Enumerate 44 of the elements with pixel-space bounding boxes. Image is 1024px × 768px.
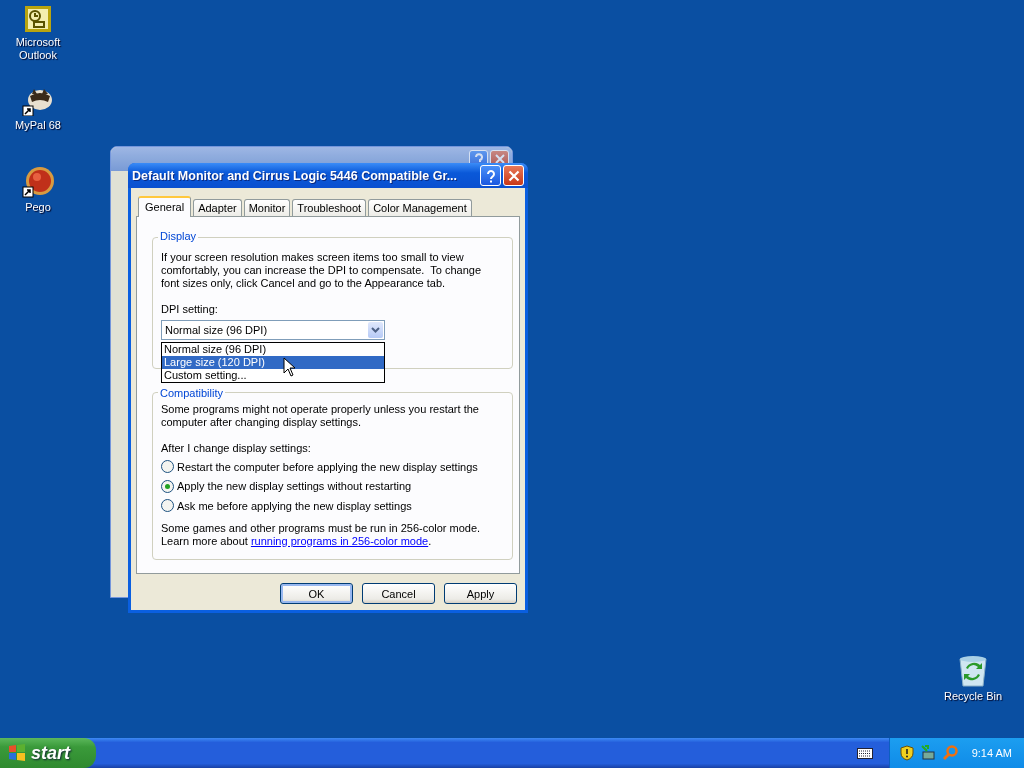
- tab[interactable]: Monitor: [243, 199, 291, 217]
- help-link[interactable]: running programs in 256-color mode: [250, 534, 429, 547]
- shield-icon[interactable]: [899, 745, 914, 761]
- tab[interactable]: Color Management: [368, 199, 472, 217]
- radio-button[interactable]: [161, 499, 174, 513]
- recycle-bin-icon[interactable]: [958, 655, 988, 687]
- note-text: Some games and other programs must be run in 256-color mode.: [161, 521, 481, 535]
- clock: 9:14 AM: [971, 747, 1012, 759]
- mouse-pointer-icon: [283, 357, 296, 377]
- dialog-button[interactable]: Cancel: [362, 583, 435, 604]
- radio-label[interactable]: Restart the computer before applying the new display settings: [177, 460, 478, 473]
- group-legend: Compatibility: [158, 387, 225, 399]
- tab[interactable]: General: [138, 196, 192, 217]
- dropdown-option[interactable]: Large size (120 DPI): [162, 356, 384, 369]
- radio-label[interactable]: Ask me before applying the new display settings: [177, 499, 412, 512]
- desktop-icon-label: MyPal 68: [14, 119, 62, 132]
- learn-more-text: Learn more about running programs in 256-color mode.: [161, 534, 432, 548]
- group-legend: Display: [158, 230, 199, 242]
- help-icon[interactable]: [480, 165, 501, 186]
- windows-logo-icon: [8, 744, 26, 762]
- dropdown-option[interactable]: Custom setting...: [162, 369, 384, 382]
- description-text: Some programs might not operate properly unless you restart the computer after changing display settings.: [161, 403, 480, 429]
- network-icon[interactable]: [919, 745, 936, 761]
- desktop-icon-label: Pego: [24, 201, 52, 214]
- dialog-button[interactable]: OK: [280, 583, 353, 604]
- field-label: DPI setting:: [161, 303, 218, 315]
- desktop-icon-label: Recycle Bin: [943, 690, 1003, 703]
- close-icon[interactable]: [503, 165, 524, 186]
- start-button[interactable]: start: [0, 738, 96, 768]
- desktop-icon-label: Microsoft Outlook: [14, 36, 62, 62]
- description-text: If your screen resolution makes screen items too small to view comfortably, you can increase the DPI to compensate. To change font sizes only, click Cancel and go to the Appearance tab.: [161, 251, 482, 290]
- dialog-button[interactable]: Apply: [444, 583, 517, 604]
- calendar-clock-icon[interactable]: [24, 5, 52, 33]
- radio-group-label: After I change display settings:: [161, 442, 311, 454]
- keyboard-icon[interactable]: [856, 747, 873, 759]
- radio-button[interactable]: [161, 460, 174, 474]
- dpi-dropdown[interactable]: Normal size (96 DPI): [161, 320, 385, 340]
- dropdown-option[interactable]: Normal size (96 DPI): [162, 343, 384, 356]
- window-title: Default Monitor and Cirrus Logic 5446 Compatible Gr...: [132, 168, 459, 183]
- tab[interactable]: Adapter: [193, 199, 242, 217]
- ball-icon[interactable]: [22, 166, 54, 198]
- radio-button[interactable]: [161, 479, 174, 493]
- radio-label[interactable]: Apply the new display settings without restarting: [177, 480, 412, 493]
- tab[interactable]: Troubleshoot: [292, 199, 367, 217]
